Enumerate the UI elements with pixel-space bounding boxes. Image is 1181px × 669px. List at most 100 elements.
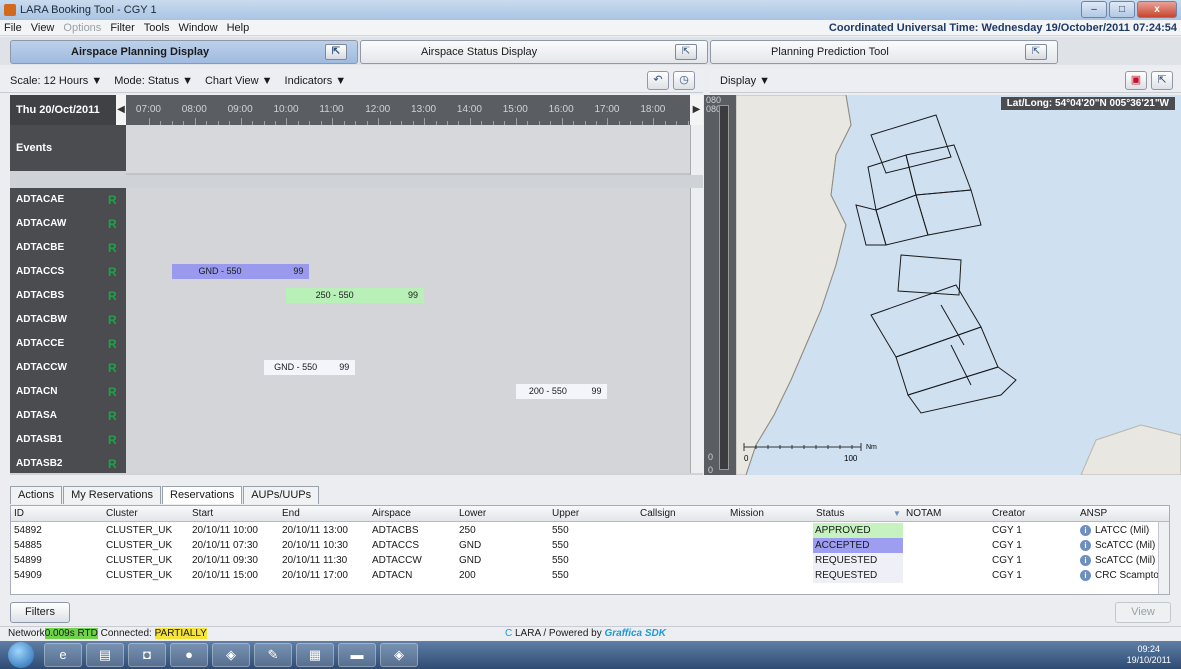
monitor-icon[interactable]: ▦ xyxy=(296,643,334,667)
tab-airspace-planning-display[interactable]: Airspace Planning Display ⇱ xyxy=(10,40,358,64)
column-header-start[interactable]: Start xyxy=(192,506,213,522)
tab-airspace-status-display[interactable]: Airspace Status Display ⇱ xyxy=(360,40,708,64)
menu-tools[interactable]: Tools xyxy=(144,22,170,34)
row-track[interactable] xyxy=(126,308,690,332)
column-header-status[interactable]: Status xyxy=(816,506,844,522)
outlook-icon[interactable]: ◘ xyxy=(128,643,166,667)
scale-dropdown[interactable]: Scale: 12 Hours ▼ xyxy=(10,75,102,87)
tab-my-reservations[interactable]: My Reservations xyxy=(63,486,161,504)
scroll-left-arrow[interactable]: ◀ xyxy=(116,95,126,125)
table-row[interactable]: 54885 CLUSTER_UK 20/10/11 07:30 20/10/11 10… xyxy=(11,538,1169,553)
terminal-icon[interactable]: ▬ xyxy=(338,643,376,667)
undo-icon[interactable]: ↶ xyxy=(647,71,669,90)
reservation-bar[interactable]: 200 - 550 99 xyxy=(515,384,608,399)
airspace-row[interactable]: ADTASB2 R xyxy=(10,452,690,473)
airspace-row[interactable]: ADTACCE R xyxy=(10,332,690,356)
menu-file[interactable]: File xyxy=(4,22,22,34)
minimize-button[interactable]: – xyxy=(1081,1,1107,18)
column-header-lower[interactable]: Lower xyxy=(459,506,486,522)
menu-window[interactable]: Window xyxy=(178,22,217,34)
detach-icon[interactable]: ⇱ xyxy=(1025,44,1047,60)
info-icon[interactable]: i xyxy=(1080,555,1091,566)
column-header-ansp[interactable]: ANSP xyxy=(1080,506,1107,522)
flag-icon[interactable]: ▣ xyxy=(1125,71,1147,90)
column-header-airspace[interactable]: Airspace xyxy=(372,506,411,522)
tab-actions[interactable]: Actions xyxy=(10,486,63,504)
airspace-row[interactable]: ADTACN R 200 - 550 99 xyxy=(10,380,690,404)
airspace-row[interactable]: ADTACAE R xyxy=(10,188,690,212)
column-header-id[interactable]: ID xyxy=(14,506,24,522)
ie-icon[interactable]: e xyxy=(44,643,82,667)
row-track[interactable]: GND - 550 99 xyxy=(126,260,690,284)
tab-reservations[interactable]: Reservations xyxy=(162,486,243,504)
row-track[interactable] xyxy=(126,428,690,452)
tool-icon[interactable]: ✎ xyxy=(254,643,292,667)
view-button[interactable]: View xyxy=(1115,602,1171,623)
airspace-row[interactable]: ADTACAW R xyxy=(10,212,690,236)
airspace-row[interactable]: ADTACBW R xyxy=(10,308,690,332)
row-track[interactable] xyxy=(126,212,690,236)
airspace-row[interactable]: ADTACCS R GND - 550 99 xyxy=(10,260,690,284)
column-header-upper[interactable]: Upper xyxy=(552,506,579,522)
airspace-row[interactable]: ADTASB1 R xyxy=(10,428,690,452)
row-track[interactable] xyxy=(126,236,690,260)
level-slider[interactable] xyxy=(719,105,729,470)
row-track[interactable] xyxy=(126,404,690,428)
row-track[interactable] xyxy=(126,332,690,356)
menu-options[interactable]: Options xyxy=(63,22,101,34)
airspace-row[interactable]: ADTACCW R GND - 550 99 xyxy=(10,356,690,380)
reservation-bar[interactable]: GND - 550 99 xyxy=(263,360,356,375)
column-header-creator[interactable]: Creator xyxy=(992,506,1025,522)
info-icon[interactable]: i xyxy=(1080,570,1091,581)
row-track[interactable]: 250 - 550 99 xyxy=(126,284,690,308)
indicators-dropdown[interactable]: Indicators ▼ xyxy=(285,75,347,87)
row-track[interactable]: GND - 550 99 xyxy=(126,356,690,380)
menu-view[interactable]: View xyxy=(31,22,55,34)
info-icon[interactable]: i xyxy=(1080,525,1091,536)
explorer-icon[interactable]: ▤ xyxy=(86,643,124,667)
tab-planning-prediction-tool[interactable]: Planning Prediction Tool ⇱ xyxy=(710,40,1058,64)
events-scrollbar[interactable] xyxy=(690,125,703,175)
airspace-row[interactable]: ADTASA R xyxy=(10,404,690,428)
info-icon[interactable]: i xyxy=(1080,540,1091,551)
column-header-notam[interactable]: NOTAM xyxy=(906,506,941,522)
system-tray[interactable]: 09:24 19/10/2011 xyxy=(1127,644,1171,666)
scroll-right-arrow[interactable]: ▶ xyxy=(690,95,703,125)
chart-view-dropdown[interactable]: Chart View ▼ xyxy=(205,75,273,87)
airspace-map[interactable]: 0 100 Nm Lat/Long: 54°04'20"N 005°36'21"… xyxy=(736,95,1181,475)
column-header-end[interactable]: End xyxy=(282,506,300,522)
display-dropdown[interactable]: Display ▼ xyxy=(720,75,770,87)
start-button-icon[interactable] xyxy=(8,642,34,668)
maximize-button[interactable]: □ xyxy=(1109,1,1135,18)
column-header-callsign[interactable]: Callsign xyxy=(640,506,676,522)
lara-taskbar-icon[interactable]: ◈ xyxy=(380,643,418,667)
close-button[interactable]: x xyxy=(1137,1,1177,18)
menu-help[interactable]: Help xyxy=(227,22,250,34)
clock-icon[interactable]: ◷ xyxy=(673,71,695,90)
rows-scrollbar[interactable] xyxy=(690,188,703,473)
filters-button[interactable]: Filters xyxy=(10,602,70,623)
cell-lower: 250 xyxy=(459,525,476,536)
column-header-cluster[interactable]: Cluster xyxy=(106,506,138,522)
mode-dropdown[interactable]: Mode: Status ▼ xyxy=(114,75,193,87)
table-row[interactable]: 54899 CLUSTER_UK 20/10/11 09:30 20/10/11 11… xyxy=(11,553,1169,568)
reservation-bar[interactable]: GND - 550 99 xyxy=(171,264,310,279)
row-track[interactable] xyxy=(126,188,690,212)
airspace-row[interactable]: ADTACBE R xyxy=(10,236,690,260)
table-row[interactable]: 54909 CLUSTER_UK 20/10/11 15:00 20/10/11 17… xyxy=(11,568,1169,583)
app-icon[interactable]: ◈ xyxy=(212,643,250,667)
menu-filter[interactable]: Filter xyxy=(110,22,134,34)
row-track[interactable] xyxy=(126,452,690,473)
reservation-bar[interactable]: 250 - 550 99 xyxy=(286,288,425,303)
table-row[interactable]: 54892 CLUSTER_UK 20/10/11 10:00 20/10/11 13… xyxy=(11,523,1169,538)
column-header-mission[interactable]: Mission xyxy=(730,506,764,522)
sort-down-icon[interactable]: ▼ xyxy=(893,506,901,522)
tab-aups-uups[interactable]: AUPs/UUPs xyxy=(243,486,320,504)
table-scrollbar[interactable] xyxy=(1158,522,1169,594)
detach-icon[interactable]: ⇱ xyxy=(675,44,697,60)
detach-icon[interactable]: ⇱ xyxy=(1151,71,1173,90)
airspace-row[interactable]: ADTACBS R 250 - 550 99 xyxy=(10,284,690,308)
detach-icon[interactable]: ⇱ xyxy=(325,44,347,60)
row-track[interactable]: 200 - 550 99 xyxy=(126,380,690,404)
firefox-icon[interactable]: ● xyxy=(170,643,208,667)
